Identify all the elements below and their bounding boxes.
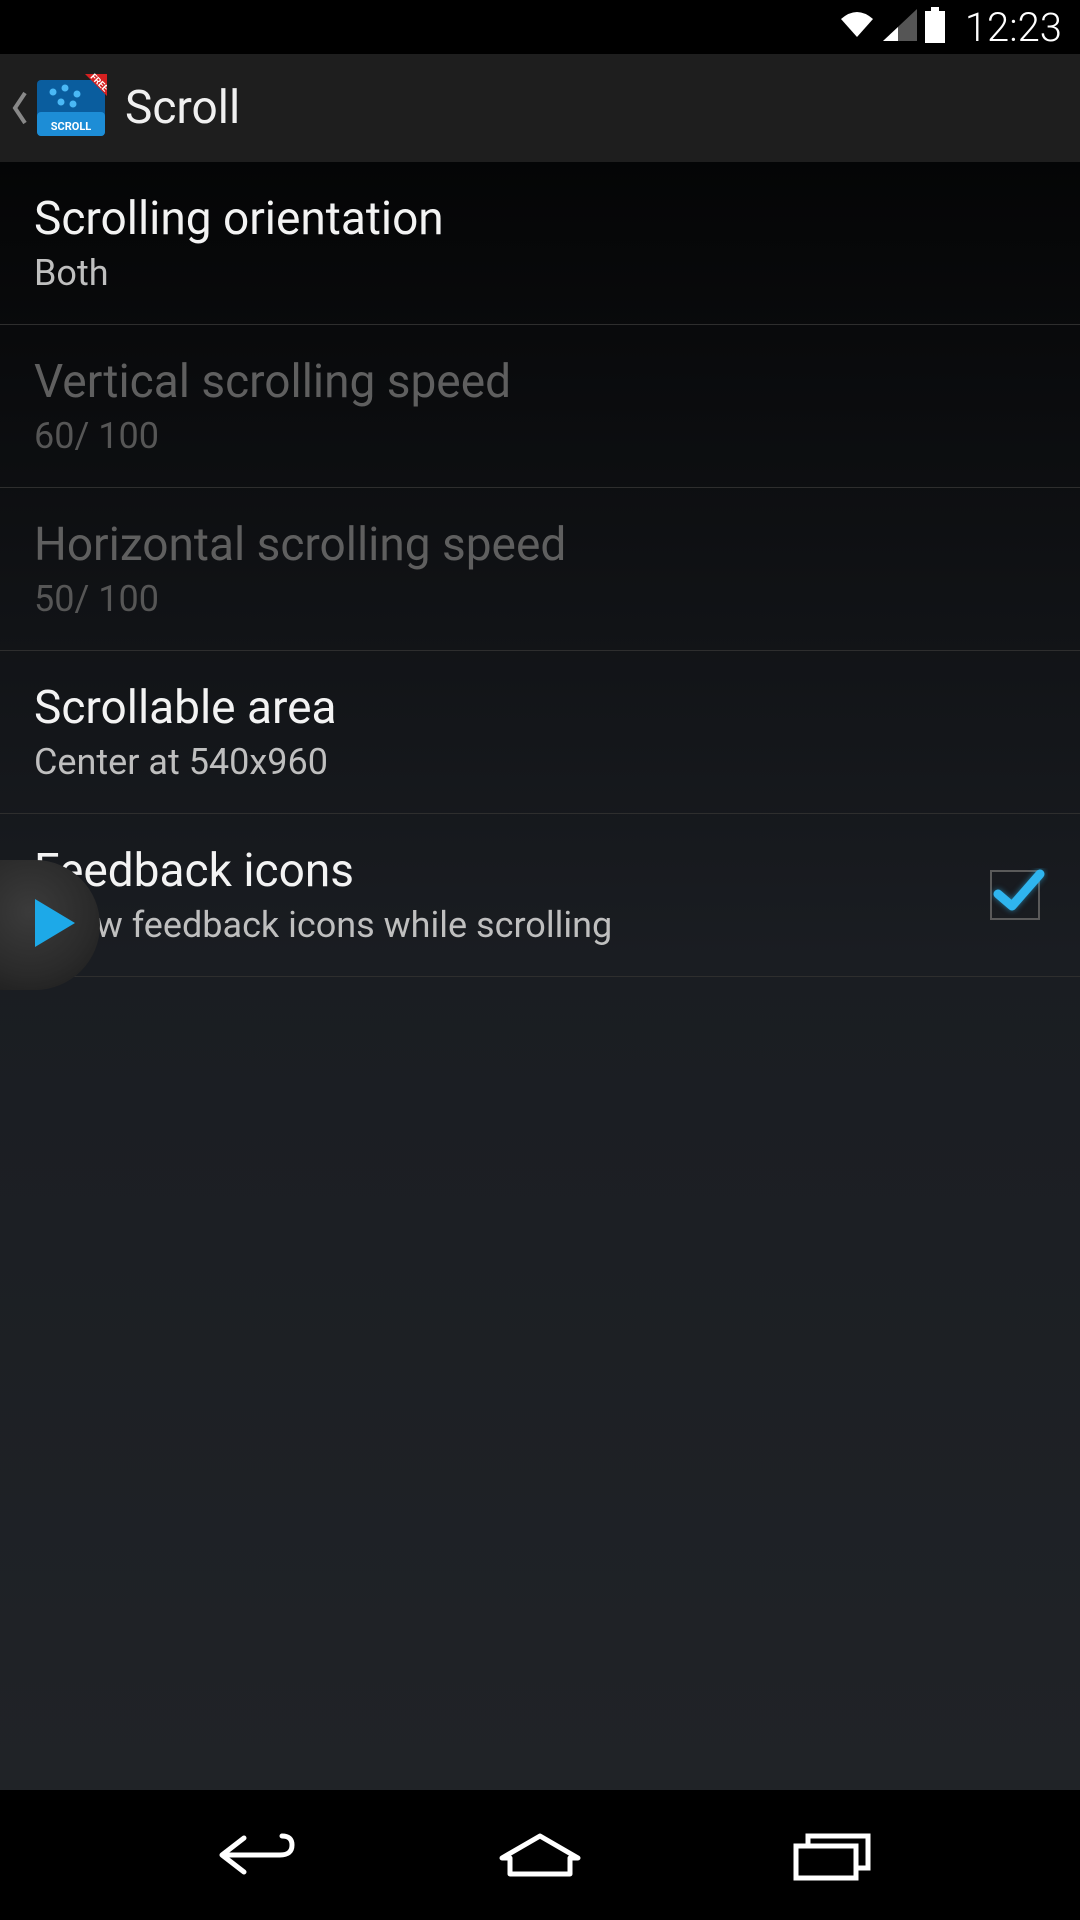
setting-value: 50/ 100 [34, 578, 1046, 620]
setting-subtitle: Show feedback icons while scrolling [34, 904, 950, 946]
battery-icon [923, 7, 947, 47]
app-icon[interactable]: SCROLL FREE [35, 72, 107, 144]
setting-title: Scrolling orientation [34, 192, 1046, 246]
status-bar: 12:23 [0, 0, 1080, 54]
nav-recent-button[interactable] [773, 1825, 893, 1885]
wifi-icon [837, 9, 877, 45]
setting-horizontal-speed: Horizontal scrolling speed 50/ 100 [0, 488, 1080, 651]
setting-feedback-icons[interactable]: Feedback icons Show feedback icons while… [0, 814, 1080, 977]
back-chevron-icon[interactable] [10, 88, 30, 128]
settings-list: Scrolling orientation Both Vertical scro… [0, 162, 1080, 977]
setting-title: Scrollable area [34, 681, 1046, 735]
status-icons [837, 7, 947, 47]
setting-vertical-speed: Vertical scrolling speed 60/ 100 [0, 325, 1080, 488]
page-title: Scroll [125, 81, 240, 135]
setting-title: Horizontal scrolling speed [34, 518, 1046, 572]
action-bar[interactable]: SCROLL FREE Scroll [0, 54, 1080, 162]
status-time: 12:23 [965, 4, 1062, 51]
svg-text:SCROLL: SCROLL [51, 120, 92, 133]
setting-value: 60/ 100 [34, 415, 1046, 457]
navigation-bar [0, 1790, 1080, 1920]
cell-signal-icon [883, 9, 917, 45]
setting-scrollable-area[interactable]: Scrollable area Center at 540x960 [0, 651, 1080, 814]
nav-back-button[interactable] [187, 1825, 307, 1885]
setting-scrolling-orientation[interactable]: Scrolling orientation Both [0, 162, 1080, 325]
feedback-icons-checkbox[interactable] [990, 870, 1040, 920]
setting-title: Feedback icons [34, 844, 950, 898]
nav-home-button[interactable] [480, 1825, 600, 1885]
setting-value: Both [34, 252, 1046, 294]
setting-title: Vertical scrolling speed [34, 355, 1046, 409]
setting-value: Center at 540x960 [34, 741, 1046, 783]
play-icon [30, 895, 80, 955]
